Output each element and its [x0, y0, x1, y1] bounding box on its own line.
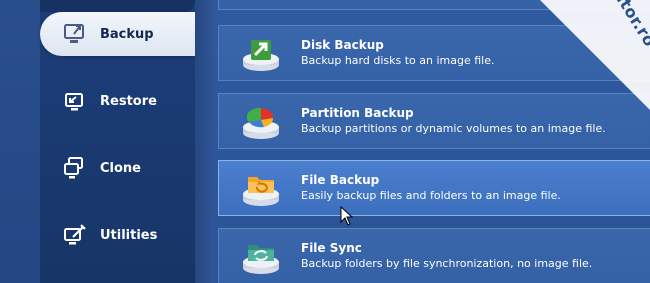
- card-description: Backup partitions or dynamic volumes to …: [301, 122, 606, 135]
- restore-icon: [62, 88, 88, 114]
- card-title: File Sync: [301, 241, 362, 255]
- sidebar-item-backup[interactable]: Backup: [40, 12, 195, 56]
- file-backup-icon: [239, 166, 283, 210]
- sidebar-strip: [0, 0, 40, 283]
- content-edge: [195, 0, 215, 283]
- sidebar-item-clone[interactable]: Clone: [40, 146, 195, 190]
- disk-backup-icon: [239, 31, 283, 75]
- file-sync-card[interactable]: File Sync Backup folders by file synchro…: [218, 228, 650, 283]
- sidebar-item-restore[interactable]: Restore: [40, 79, 195, 123]
- backup-icon: [62, 21, 88, 47]
- card-description: Backup folders by file synchronization, …: [301, 257, 593, 270]
- card-title: File Backup: [301, 173, 380, 187]
- file-backup-card[interactable]: File Backup Easily backup files and fold…: [218, 160, 650, 216]
- card-description: Easily backup files and folders to an im…: [301, 189, 561, 202]
- sidebar-item-label: Utilities: [100, 227, 158, 243]
- card-title: Disk Backup: [301, 38, 384, 52]
- sidebar-item-label: Restore: [100, 93, 157, 109]
- sidebar-item-label: Backup: [100, 26, 154, 42]
- sidebar-item-label: Clone: [100, 160, 141, 176]
- utilities-icon: [62, 222, 88, 248]
- partition-backup-icon: [239, 99, 283, 143]
- sidebar-top-cap: [40, 0, 195, 12]
- clone-icon: [62, 155, 88, 181]
- mouse-cursor-icon: [340, 206, 354, 226]
- card-description: Backup hard disks to an image file.: [301, 54, 495, 67]
- file-sync-icon: [239, 234, 283, 278]
- sidebar-item-utilities[interactable]: Utilities: [40, 213, 195, 257]
